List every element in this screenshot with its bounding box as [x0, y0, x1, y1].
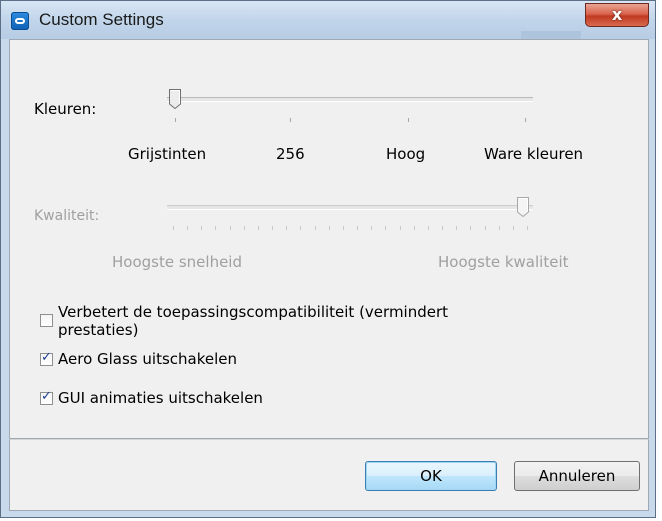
quality-tick: [329, 226, 330, 230]
quality-tick: [400, 226, 401, 230]
settings-panel: Kleuren: Grijstinten 256 Hoog Ware kleur…: [9, 39, 649, 439]
quality-tick: [414, 226, 415, 230]
window-title: Custom Settings: [39, 10, 164, 29]
colors-tick: [290, 118, 291, 122]
titlebar-glow: [521, 31, 581, 39]
quality-tick: [230, 226, 231, 230]
colors-tick-label: Grijstinten: [128, 145, 207, 163]
colors-tick-label: Hoog: [386, 145, 426, 163]
close-icon: x: [611, 5, 623, 24]
quality-tick: [258, 226, 259, 230]
quality-tick: [499, 226, 500, 230]
quality-tick: [456, 226, 457, 230]
compatibility-checkbox[interactable]: [40, 314, 53, 327]
quality-tick: [371, 226, 372, 230]
quality-tick: [485, 226, 486, 230]
quality-tick: [470, 226, 471, 230]
button-bar: OK Annuleren: [9, 439, 649, 511]
quality-slider-thumb[interactable]: [516, 196, 530, 218]
quality-max-label: Hoogste kwaliteit: [438, 253, 569, 271]
colors-slider-track[interactable]: [167, 97, 533, 102]
colors-slider-thumb[interactable]: [168, 88, 182, 110]
gui-animations-checkbox[interactable]: [40, 389, 53, 405]
colors-tick: [525, 118, 526, 122]
quality-slider-track[interactable]: [167, 205, 533, 210]
quality-min-label: Hoogste snelheid: [112, 253, 242, 271]
quality-tick: [173, 226, 174, 230]
colors-tick-label: 256: [276, 145, 305, 163]
close-button[interactable]: x: [585, 3, 649, 27]
quality-tick: [527, 226, 528, 230]
custom-settings-dialog: Custom Settings x Kleuren: Grijstinten 2…: [0, 0, 656, 518]
quality-label: Kwaliteit:: [34, 208, 100, 224]
quality-tick: [300, 226, 301, 230]
quality-tick: [272, 226, 273, 230]
quality-tick: [244, 226, 245, 230]
quality-tick: [201, 226, 202, 230]
quality-tick: [286, 226, 287, 230]
teamviewer-app-icon: [11, 12, 29, 30]
aero-glass-checkbox[interactable]: [40, 350, 53, 366]
colors-tick: [175, 118, 176, 122]
ok-button[interactable]: OK: [365, 461, 497, 491]
gui-animations-label[interactable]: GUI animaties uitschakelen: [58, 389, 263, 407]
compatibility-label-line2[interactable]: prestaties): [58, 321, 138, 339]
aero-glass-label[interactable]: Aero Glass uitschakelen: [58, 350, 237, 368]
quality-tick: [385, 226, 386, 230]
quality-tick: [343, 226, 344, 230]
colors-tick: [408, 118, 409, 122]
quality-tick: [315, 226, 316, 230]
quality-tick: [215, 226, 216, 230]
quality-tick: [442, 226, 443, 230]
quality-tick: [513, 226, 514, 230]
title-bar[interactable]: Custom Settings x: [1, 1, 655, 39]
quality-tick: [428, 226, 429, 230]
compatibility-label-line1[interactable]: Verbetert de toepassingscompatibiliteit …: [58, 303, 448, 321]
quality-tick: [357, 226, 358, 230]
colors-label: Kleuren:: [34, 100, 97, 118]
cancel-button[interactable]: Annuleren: [514, 461, 640, 491]
quality-tick: [187, 226, 188, 230]
colors-tick-label: Ware kleuren: [484, 145, 584, 163]
